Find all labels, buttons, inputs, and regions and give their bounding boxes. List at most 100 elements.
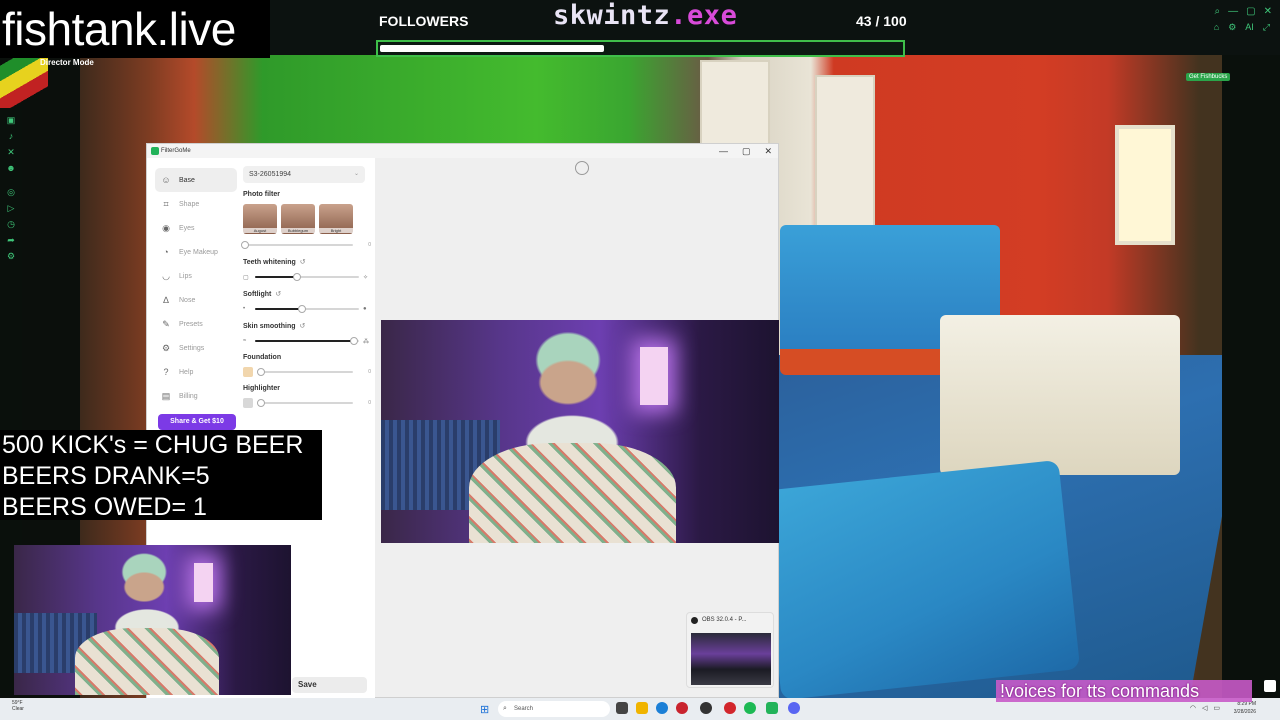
preset-select[interactable]: S3-26051994 ⌄ xyxy=(243,166,365,183)
file-explorer-icon[interactable] xyxy=(636,702,648,714)
filter-thumb[interactable]: Bright xyxy=(319,204,353,234)
highlighter-swatch[interactable] xyxy=(243,398,253,408)
share-button[interactable]: Share & Get $10 xyxy=(158,414,236,430)
gear-icon[interactable]: ⚙ xyxy=(6,251,16,261)
nav-item-billing[interactable]: ▤ Billing xyxy=(155,384,237,408)
wifi-icon[interactable]: ◠ xyxy=(1190,704,1196,712)
ai-label[interactable]: AI xyxy=(1245,22,1254,33)
slider-track[interactable] xyxy=(241,241,353,249)
settings-icon[interactable]: ⚙ xyxy=(1228,22,1236,33)
slider-value: 0 xyxy=(368,369,371,375)
filter-thumb[interactable]: August xyxy=(243,204,277,234)
clock-date: 3/28/2026 xyxy=(1233,709,1256,715)
nav-item-lips[interactable]: ◡ Lips xyxy=(155,264,237,288)
highlighter-slider[interactable]: 0 xyxy=(243,398,371,408)
share-icon[interactable]: ➦ xyxy=(6,235,16,245)
section-teeth: Teeth whitening ↺ xyxy=(243,258,371,267)
slider-knob[interactable] xyxy=(349,337,358,345)
nav-item-shape[interactable]: ⌗ Shape xyxy=(155,192,237,216)
director-mode-label: Director Mode xyxy=(40,58,94,67)
slider-track[interactable] xyxy=(255,337,359,345)
x-icon[interactable]: ✕ xyxy=(6,147,16,157)
reset-icon[interactable]: ↺ xyxy=(300,322,306,330)
lamp xyxy=(194,563,214,602)
minimize-icon[interactable]: — xyxy=(1228,6,1238,17)
foundation-slider[interactable]: 0 xyxy=(243,367,371,377)
slider-knob[interactable] xyxy=(292,273,301,281)
obs-taskbar-preview[interactable]: OBS 32.0.4 - P... xyxy=(686,612,774,688)
streamer-name-main: skwintz xyxy=(553,0,671,31)
discord-icon[interactable] xyxy=(788,702,800,714)
streamer-name: skwintz.exe xyxy=(553,0,737,31)
filter-panel: S3-26051994 ⌄ Photo filter August Bubbleg… xyxy=(241,166,371,408)
play-icon[interactable]: ▷ xyxy=(6,203,16,213)
fullscreen-icon[interactable]: ⤢ xyxy=(1263,22,1270,33)
nav-item-eyes[interactable]: ◉ Eyes xyxy=(155,216,237,240)
save-button[interactable]: Save xyxy=(292,677,367,693)
system-tray: ◠ ◁ ▭ xyxy=(1190,704,1220,712)
get-fishbucks-button[interactable]: Get Fishbucks xyxy=(1186,73,1231,81)
edge-icon[interactable] xyxy=(656,702,668,714)
softlight-slider[interactable]: • ● xyxy=(243,304,371,314)
discord-icon[interactable]: ☻ xyxy=(6,163,16,173)
slider-track[interactable] xyxy=(255,273,359,281)
nav-item-base[interactable]: ☺ Base xyxy=(155,168,237,192)
obs-thumbnail[interactable] xyxy=(691,633,771,685)
slider-knob[interactable] xyxy=(297,305,306,313)
clock-icon[interactable]: ◷ xyxy=(6,219,16,229)
record-icon[interactable]: ◎ xyxy=(6,187,16,197)
window-controls: ⌕ — ▢ ✕ xyxy=(1215,6,1272,17)
opera-icon[interactable] xyxy=(676,702,688,714)
tiktok-icon[interactable]: ♪ xyxy=(6,131,16,141)
nav-item-settings[interactable]: ⚙ Settings xyxy=(155,336,237,360)
windows-start-icon[interactable]: ⊞ xyxy=(480,703,489,716)
twitch-icon[interactable]: ▣ xyxy=(6,115,16,125)
slider-track[interactable] xyxy=(255,305,359,313)
filter-thumb[interactable]: Bubblegum xyxy=(281,204,315,234)
close-icon[interactable]: ✕ xyxy=(764,144,772,158)
streamer-name-ext: .exe xyxy=(670,0,738,31)
reset-icon[interactable]: ↺ xyxy=(275,290,281,298)
teeth-slider[interactable]: ▢ ✧ xyxy=(243,272,371,282)
tts-end-icon xyxy=(1264,680,1276,692)
close-icon[interactable]: ✕ xyxy=(1264,6,1272,17)
battery-icon[interactable]: ▭ xyxy=(1213,704,1220,712)
followers-progress-bar xyxy=(376,40,905,57)
skin-slider[interactable]: ≈ ⁂ xyxy=(243,336,371,346)
slider-track[interactable] xyxy=(257,399,353,407)
minimize-icon[interactable]: — xyxy=(719,144,728,158)
nav-label: Lips xyxy=(179,272,192,280)
taskbar-clock[interactable]: 8:29 PM 3/28/2026 xyxy=(1234,700,1256,716)
search-icon[interactable]: ⌕ xyxy=(1215,6,1221,17)
nav-item-presets[interactable]: ✎ Presets xyxy=(155,312,237,336)
slider-knob[interactable] xyxy=(257,368,265,376)
filter-slider[interactable]: 0 xyxy=(241,240,371,250)
volume-icon[interactable]: ◁ xyxy=(1202,704,1207,712)
foundation-swatch[interactable] xyxy=(243,367,253,377)
slider-knob[interactable] xyxy=(241,241,249,249)
task-view-icon[interactable] xyxy=(616,702,628,714)
nav-item-nose[interactable]: ∆ Nose xyxy=(155,288,237,312)
filter-label: Bright xyxy=(319,228,353,233)
reset-icon[interactable]: ↺ xyxy=(300,258,306,266)
spotify-icon[interactable] xyxy=(744,702,756,714)
weather-widget[interactable]: 59°F Clear xyxy=(12,700,24,712)
filter-app-icon[interactable] xyxy=(766,702,778,714)
dot-small-icon: • xyxy=(243,306,246,312)
app-icon[interactable] xyxy=(724,702,736,714)
taskbar-search[interactable]: ⌕ Search xyxy=(498,701,610,717)
section-title: Teeth whitening xyxy=(243,258,296,266)
weather-desc: Clear xyxy=(12,706,24,712)
section-skin: Skin smoothing ↺ xyxy=(243,322,371,331)
slider-knob[interactable] xyxy=(257,399,265,407)
maximize-icon[interactable]: ▢ xyxy=(742,144,751,158)
beer-counter-overlay: 500 KICK's = CHUG BEER BEERS DRANK=5 BEE… xyxy=(0,430,322,521)
slider-value: 0 xyxy=(368,242,371,248)
nav-item-help[interactable]: ? Help xyxy=(155,360,237,384)
obs-icon[interactable] xyxy=(700,702,712,714)
billing-icon: ▤ xyxy=(161,391,171,401)
maximize-icon[interactable]: ▢ xyxy=(1246,6,1255,17)
nav-item-eye-makeup[interactable]: ◔ Eye Makeup xyxy=(155,240,237,264)
slider-track[interactable] xyxy=(257,368,353,376)
lock-icon[interactable]: ⌂ xyxy=(1214,22,1219,33)
